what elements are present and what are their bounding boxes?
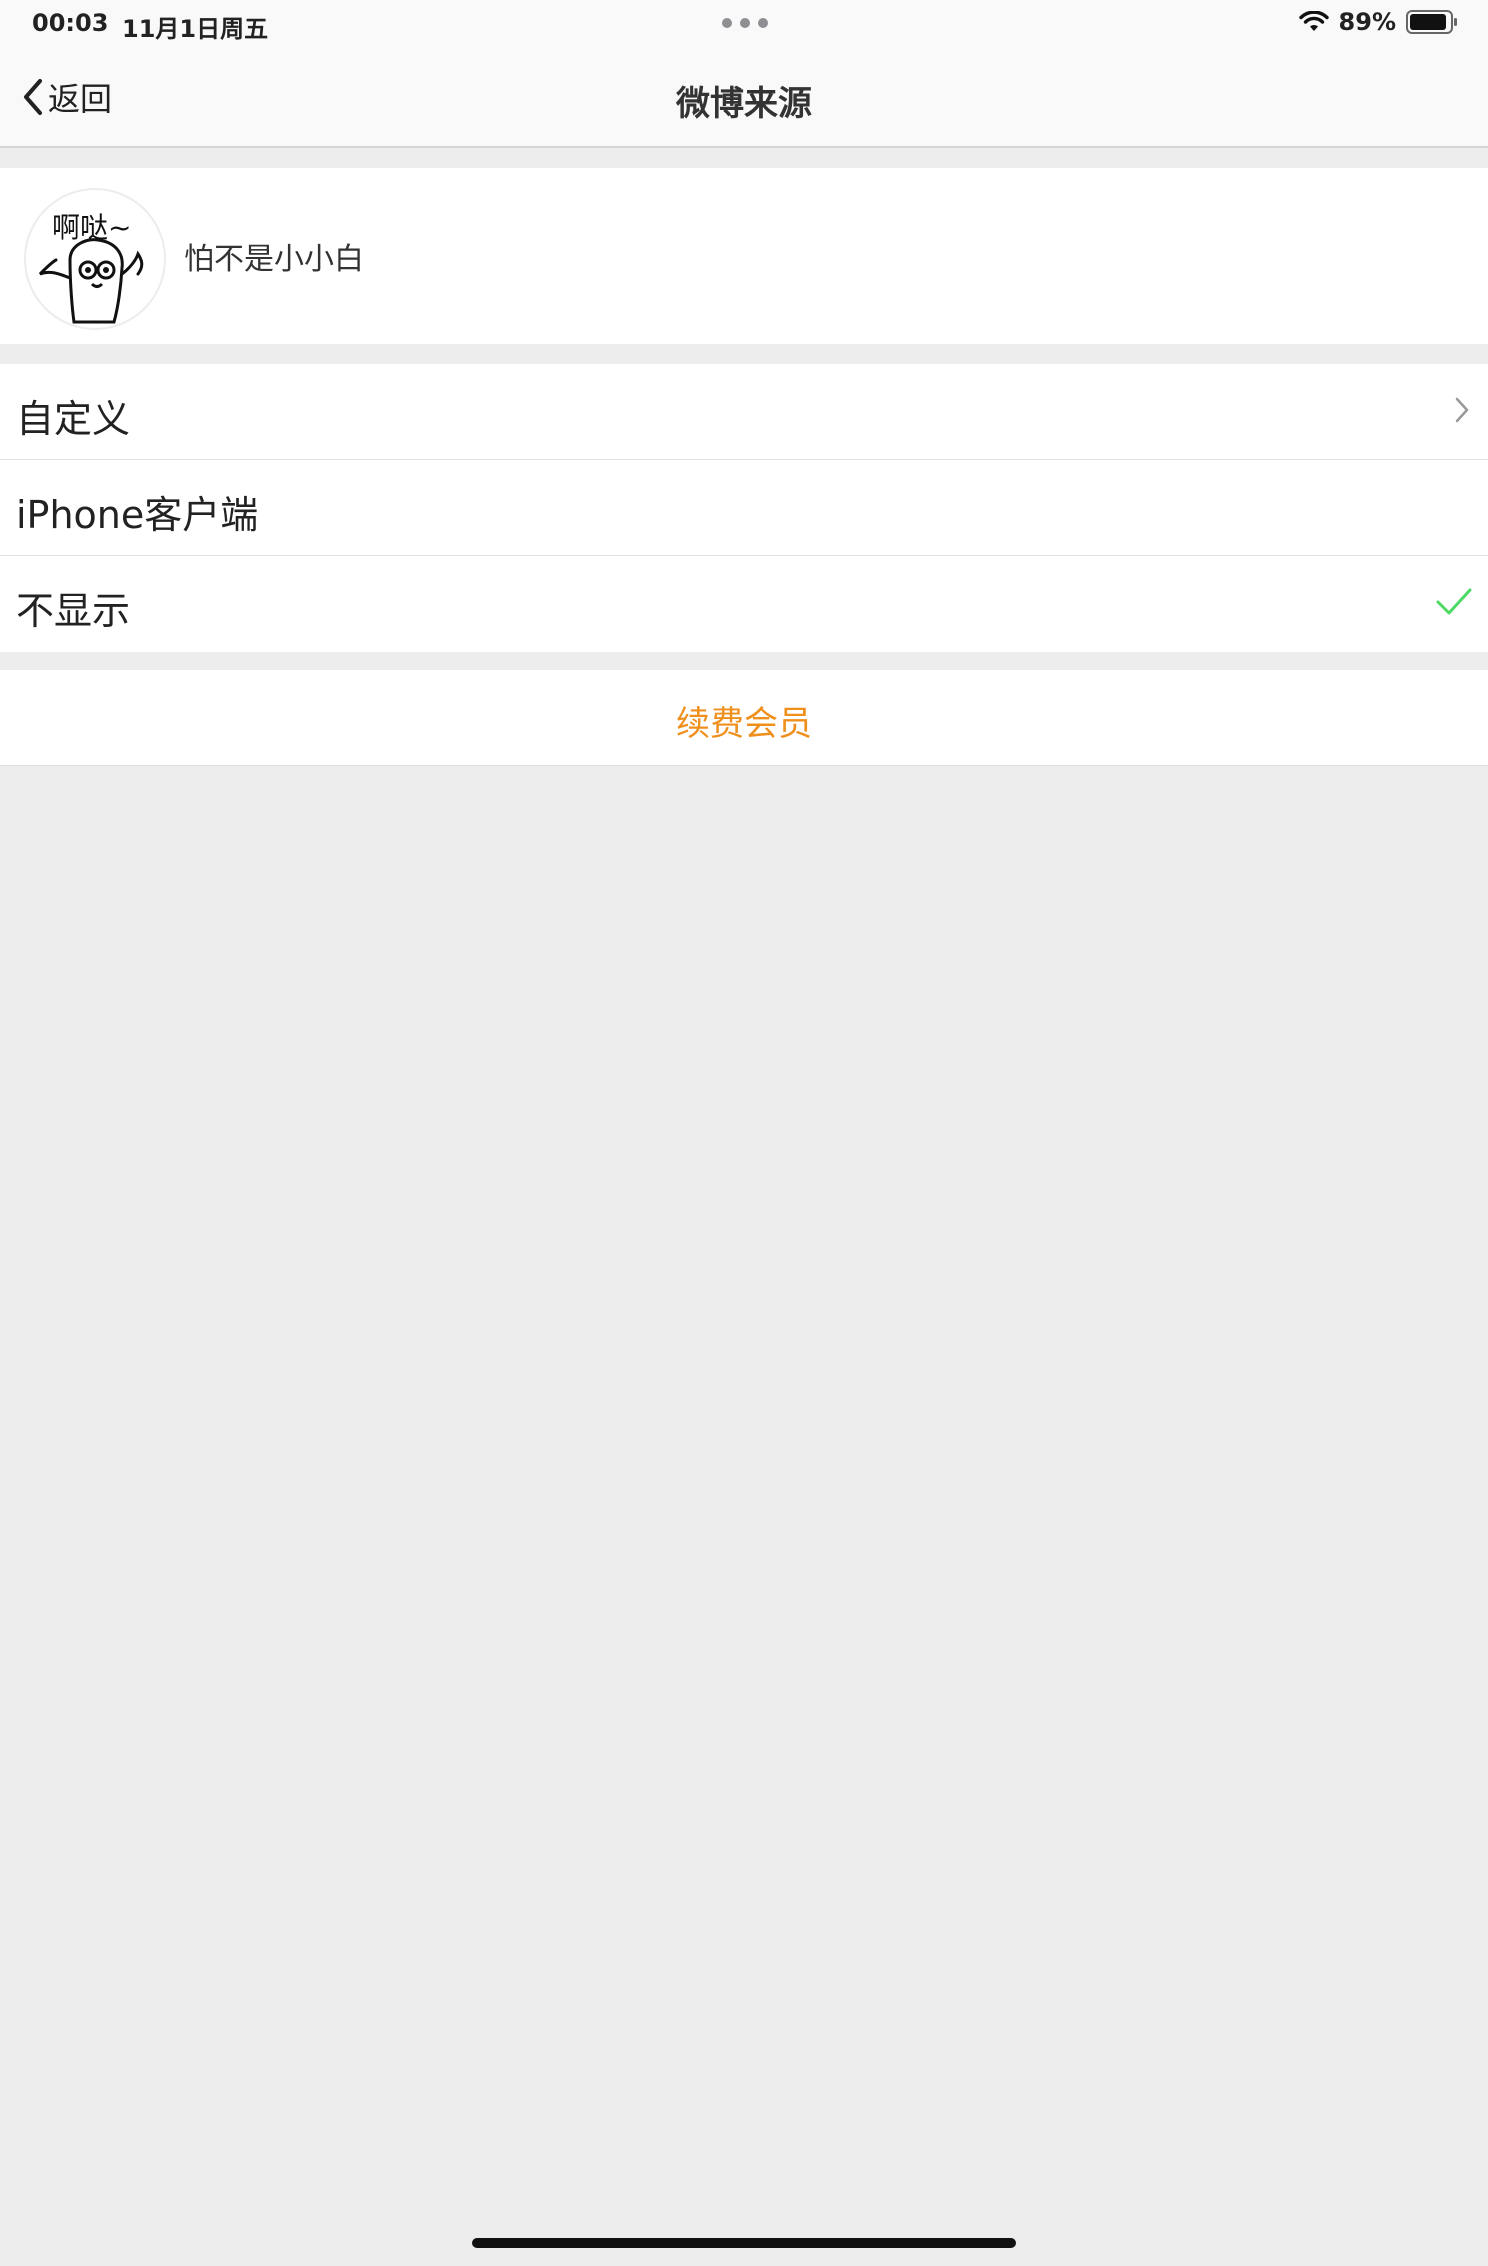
profile-card: 啊哒~ 怕不是小小白 — [0, 168, 1488, 344]
avatar-character-icon — [38, 238, 144, 324]
username: 怕不是小小白 — [184, 242, 364, 277]
battery-icon — [1406, 10, 1457, 34]
option-custom[interactable]: 自定义 — [0, 364, 1488, 460]
battery-percent: 89% — [1338, 8, 1396, 36]
renew-membership-button[interactable]: 续费会员 — [0, 670, 1488, 766]
status-right: 89% — [1298, 8, 1458, 36]
chevron-right-icon — [1455, 397, 1469, 423]
option-label: iPhone客户端 — [16, 493, 259, 537]
option-label: 不显示 — [16, 589, 131, 633]
avatar: 啊哒~ — [24, 188, 166, 330]
multitasking-dots-icon[interactable] — [722, 18, 768, 28]
home-indicator[interactable] — [472, 2238, 1016, 2248]
option-iphone-client[interactable]: iPhone客户端 — [0, 460, 1488, 556]
option-hide[interactable]: 不显示 — [0, 556, 1488, 652]
status-bar: 00:03 11月1日周五 89% — [0, 0, 1488, 48]
navigation-bar: 返回 微博来源 — [0, 48, 1488, 148]
status-time: 00:03 — [32, 9, 109, 37]
checkmark-icon — [1436, 588, 1472, 615]
wifi-icon — [1298, 11, 1329, 31]
source-options-list: 自定义 iPhone客户端 不显示 — [0, 364, 1488, 652]
option-label: 自定义 — [16, 397, 131, 441]
status-date: 11月1日周五 — [122, 15, 269, 43]
page-title: 微博来源 — [676, 84, 812, 124]
renew-label: 续费会员 — [676, 704, 812, 744]
